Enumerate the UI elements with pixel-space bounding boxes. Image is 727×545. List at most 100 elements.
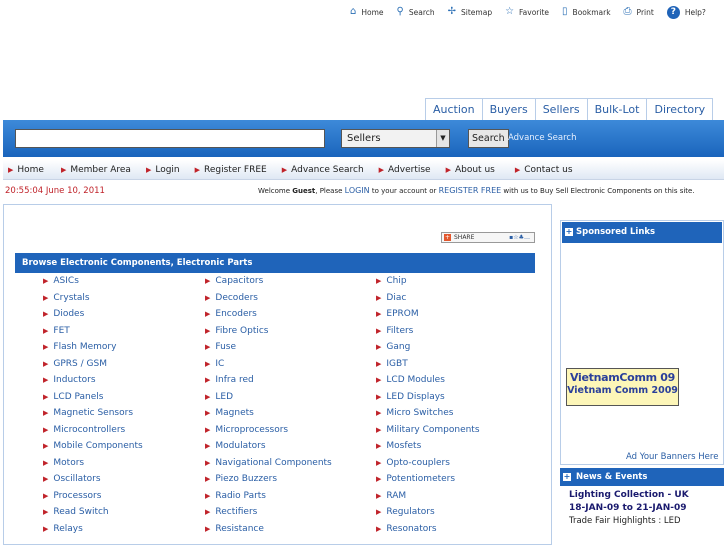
nav-login[interactable]: ▶ Login [146, 165, 180, 175]
category-link[interactable]: ▶ Relays [43, 524, 83, 534]
news-item-dates: 18-JAN-09 to 21-JAN-09 [569, 503, 687, 513]
tab-auction[interactable]: Auction [425, 98, 483, 120]
category-link[interactable]: ▶ Processors [43, 491, 101, 501]
sponsored-header[interactable]: + Sponsored Links [562, 222, 722, 243]
category-link[interactable]: ▶ EPROM [376, 309, 419, 319]
bullet-arrow-icon: ▶ [43, 343, 49, 351]
category-link[interactable]: ▶ Oscillators [43, 474, 101, 484]
tab-bulk-lot[interactable]: Bulk-Lot [586, 98, 648, 120]
category-link[interactable]: ▶ Inductors [43, 375, 96, 385]
search-icon: ⚲ [396, 6, 404, 17]
category-link[interactable]: ▶ Microprocessors [205, 425, 288, 435]
nav-contact-us[interactable]: ▶ Contact us [515, 165, 573, 175]
advance-search-link[interactable]: Advance Search [508, 133, 577, 143]
bullet-arrow-icon: ▶ [205, 293, 211, 302]
news-header[interactable]: + News & Events [560, 468, 724, 486]
category-link[interactable]: ▶ Opto-couplers [376, 458, 450, 468]
favorite-link[interactable]: ☆ Favorite [505, 7, 549, 17]
share-button[interactable]: + SHARE ▪☆♣… [441, 232, 535, 243]
category-link[interactable]: ▶ LCD Modules [376, 375, 445, 385]
category-link[interactable]: ▶ Diodes [43, 309, 84, 319]
category-link[interactable]: ▶ Piezo Buzzers [205, 474, 277, 484]
category-link[interactable]: ▶ Regulators [376, 507, 435, 517]
category-link[interactable]: ▶ GPRS / GSM [43, 359, 107, 369]
category-label: Read Switch [53, 507, 109, 517]
search-link[interactable]: ⚲ Search [397, 7, 435, 17]
sitemap-link[interactable]: ✢ Sitemap [448, 7, 492, 17]
category-link[interactable]: ▶ Resistance [205, 524, 264, 534]
category-link[interactable]: ▶ Crystals [43, 293, 90, 303]
nav-about-us[interactable]: ▶ About us [446, 165, 495, 175]
ad-banners-link[interactable]: Ad Your Banners Here [626, 452, 718, 462]
bullet-arrow-icon: ▶ [205, 508, 211, 516]
category-link[interactable]: ▶ Flash Memory [43, 342, 116, 352]
category-link[interactable]: ▶ Mosfets [376, 441, 421, 451]
category-link[interactable]: ▶ Modulators [205, 441, 266, 451]
category-link[interactable]: ▶ Resonators [376, 524, 437, 534]
nav-advance-search[interactable]: ▶ Advance Search [282, 165, 364, 175]
category-link[interactable]: ▶ IC [205, 359, 224, 369]
category-link[interactable]: ▶ Capacitors [205, 276, 263, 286]
category-link[interactable]: ▶ ASICs [43, 276, 79, 286]
bullet-arrow-icon: ▶ [205, 442, 211, 450]
category-link[interactable]: ▶ Chip [376, 276, 407, 286]
category-label: Potentiometers [386, 474, 456, 484]
bullet-arrow-icon: ▶ [43, 475, 49, 483]
category-link[interactable]: ▶ Read Switch [43, 507, 109, 517]
nav-home[interactable]: ▶ Home [8, 165, 44, 175]
category-link[interactable]: ▶ Gang [376, 342, 410, 352]
category-label: Resonators [386, 523, 437, 534]
current-datetime: 20:55:04 June 10, 2011 [5, 186, 105, 196]
bullet-arrow-icon: ▶ [376, 425, 382, 434]
print-link[interactable]: ⎙ Print [624, 7, 654, 17]
category-link[interactable]: ▶ Potentiometers [376, 474, 455, 484]
category-link[interactable]: ▶ Magnetic Sensors [43, 408, 133, 418]
category-link[interactable]: ▶ Fuse [205, 342, 236, 352]
login-link[interactable]: LOGIN [345, 186, 370, 195]
home-link[interactable]: ⌂ Home [350, 7, 384, 17]
nav-advertise[interactable]: ▶ Advertise [379, 165, 431, 175]
tab-sellers[interactable]: Sellers [534, 98, 588, 120]
category-label: Radio Parts [215, 490, 266, 501]
nav-register[interactable]: ▶ Register FREE [195, 165, 267, 175]
category-link[interactable]: ▶ Micro Switches [376, 408, 453, 418]
category-link[interactable]: ▶ Decoders [205, 293, 258, 303]
tab-buyers[interactable]: Buyers [481, 98, 536, 120]
category-link[interactable]: ▶ Rectifiers [205, 507, 257, 517]
search-button[interactable]: Search [468, 129, 509, 148]
home-icon: ⌂ [350, 6, 357, 17]
sponsor-banner[interactable]: VietnamComm 09 Vietnam Comm 2009 [566, 368, 679, 406]
bookmark-link[interactable]: ▯ Bookmark [562, 7, 611, 17]
category-link[interactable]: ▶ Filters [376, 326, 413, 336]
category-link[interactable]: ▶ Magnets [205, 408, 254, 418]
category-link[interactable]: ▶ RAM [376, 491, 406, 501]
news-item[interactable]: Lighting Collection - UK 18-JAN-09 to 21… [569, 489, 719, 528]
category-link[interactable]: ▶ Mobile Components [43, 441, 143, 451]
share-services-icon: ▪☆♣… [509, 234, 530, 241]
bullet-arrow-icon: ▶ [376, 343, 382, 351]
category-link[interactable]: ▶ Encoders [205, 309, 257, 319]
category-link[interactable]: ▶ FET [43, 326, 70, 336]
category-link[interactable]: ▶ Military Components [376, 425, 480, 435]
welcome-message: Welcome Guest, Please LOGIN to your acco… [258, 186, 695, 195]
category-link[interactable]: ▶ LCD Panels [43, 392, 103, 402]
register-link[interactable]: REGISTER FREE [439, 186, 502, 195]
category-link[interactable]: ▶ Fibre Optics [205, 326, 269, 336]
category-link[interactable]: ▶ LED [205, 392, 233, 402]
category-link[interactable]: ▶ LED Displays [376, 392, 445, 402]
category-select[interactable]: Sellers ▼ [341, 129, 450, 148]
category-link[interactable]: ▶ Infra red [205, 375, 254, 385]
category-link[interactable]: ▶ Diac [376, 293, 406, 303]
tab-directory[interactable]: Directory [646, 98, 714, 120]
category-label: ASICs [53, 276, 79, 286]
nav-member-area[interactable]: ▶ Member Area [61, 165, 131, 175]
category-link[interactable]: ▶ Navigational Components [205, 458, 332, 468]
category-link[interactable]: ▶ IGBT [376, 359, 408, 369]
category-link[interactable]: ▶ Motors [43, 458, 84, 468]
category-link[interactable]: ▶ Radio Parts [205, 491, 266, 501]
bullet-arrow-icon: ▶ [43, 392, 49, 401]
help-link[interactable]: ? Help? [666, 5, 706, 19]
search-input[interactable] [15, 129, 325, 148]
bullet-arrow-icon: ▶ [205, 343, 211, 351]
category-link[interactable]: ▶ Microcontrollers [43, 425, 125, 435]
